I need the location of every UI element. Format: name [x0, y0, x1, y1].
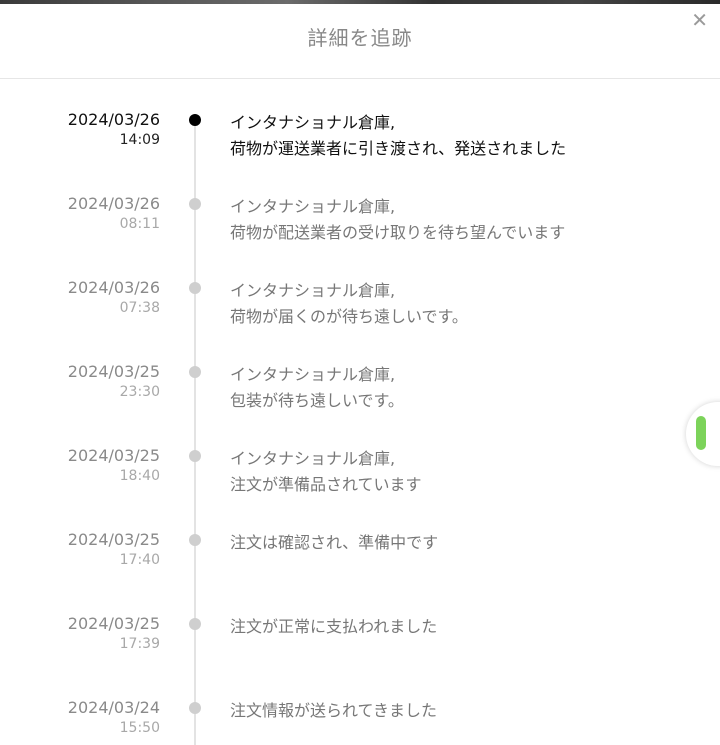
- timeline-dot-icon: [189, 618, 201, 630]
- event-time: 18:40: [119, 468, 160, 484]
- event-date: 2024/03/24: [67, 698, 160, 717]
- event-date: 2024/03/25: [67, 446, 160, 465]
- event-description: 注文は確認され、準備中です: [230, 530, 438, 556]
- timeline-item: 2024/03/24 15:50 注文情報が送られてきました: [0, 692, 720, 745]
- event-time: 23:30: [119, 384, 160, 400]
- tracking-details-modal: 詳細を追跡 ✕ 2024/03/26 14:09 インタナショナル倉庫, 荷物が…: [0, 4, 720, 745]
- timeline-dot-icon: [189, 702, 201, 714]
- modal-title: 詳細を追跡: [307, 26, 413, 50]
- event-location: インタナショナル倉庫,: [230, 365, 396, 384]
- timeline-item: 2024/03/25 17:40 注文は確認され、準備中です: [0, 524, 720, 608]
- timeline-item: 2024/03/25 17:39 注文が正常に支払われました: [0, 608, 720, 692]
- event-location: インタナショナル倉庫,: [230, 449, 396, 468]
- event-status: 注文情報が送られてきました: [230, 701, 438, 720]
- event-location: インタナショナル倉庫,: [230, 197, 396, 216]
- event-date: 2024/03/26: [67, 194, 160, 213]
- timeline-dot-icon: [189, 450, 201, 462]
- chat-icon: [696, 416, 706, 450]
- event-time: 15:50: [119, 720, 160, 736]
- event-description: インタナショナル倉庫, 荷物が運送業者に引き渡され、発送されました: [230, 110, 566, 162]
- event-date: 2024/03/25: [67, 362, 160, 381]
- timeline-item: 2024/03/26 14:09 インタナショナル倉庫, 荷物が運送業者に引き渡…: [0, 104, 720, 188]
- event-status: 注文が準備品されています: [230, 475, 422, 494]
- event-status: 荷物が届くのが待ち遠しいです。: [230, 307, 468, 326]
- event-location: インタナショナル倉庫,: [230, 281, 396, 300]
- event-description: インタナショナル倉庫, 注文が準備品されています: [230, 446, 422, 498]
- event-date: 2024/03/26: [67, 110, 160, 129]
- timeline-dot-icon: [189, 282, 201, 294]
- close-icon[interactable]: ✕: [691, 10, 708, 30]
- event-status: 注文は確認され、準備中です: [230, 533, 439, 552]
- event-time: 14:09: [119, 132, 160, 148]
- event-time: 17:40: [119, 552, 160, 568]
- event-status: 荷物が配送業者の受け取りを待ち望んでいます: [230, 223, 566, 242]
- event-status: 荷物が運送業者に引き渡され、発送されました: [230, 139, 567, 158]
- timeline-item: 2024/03/25 23:30 インタナショナル倉庫, 包装が待ち遠しいです。: [0, 356, 720, 440]
- modal-header: 詳細を追跡 ✕: [0, 4, 720, 79]
- event-date: 2024/03/25: [67, 530, 160, 549]
- event-date: 2024/03/25: [67, 614, 160, 633]
- event-time: 07:38: [119, 300, 160, 316]
- event-description: インタナショナル倉庫, 包装が待ち遠しいです。: [230, 362, 404, 414]
- timeline-dot-icon: [189, 114, 201, 126]
- event-description: 注文情報が送られてきました: [230, 698, 437, 724]
- event-time: 08:11: [119, 216, 160, 232]
- timeline-dot-icon: [189, 366, 201, 378]
- timeline-dot-icon: [189, 534, 201, 546]
- timeline-item: 2024/03/25 18:40 インタナショナル倉庫, 注文が準備品されていま…: [0, 440, 720, 524]
- timeline-item: 2024/03/26 08:11 インタナショナル倉庫, 荷物が配送業者の受け取…: [0, 188, 720, 272]
- event-description: 注文が正常に支払われました: [230, 614, 437, 640]
- timeline-dot-icon: [189, 198, 201, 210]
- event-time: 17:39: [119, 636, 160, 652]
- event-status: 包装が待ち遠しいです。: [230, 391, 404, 410]
- event-date: 2024/03/26: [67, 278, 160, 297]
- event-status: 注文が正常に支払われました: [230, 617, 438, 636]
- timeline-item: 2024/03/26 07:38 インタナショナル倉庫, 荷物が届くのが待ち遠し…: [0, 272, 720, 356]
- event-description: インタナショナル倉庫, 荷物が届くのが待ち遠しいです。: [230, 278, 468, 330]
- event-description: インタナショナル倉庫, 荷物が配送業者の受け取りを待ち望んでいます: [230, 194, 565, 246]
- event-location: インタナショナル倉庫,: [230, 113, 396, 132]
